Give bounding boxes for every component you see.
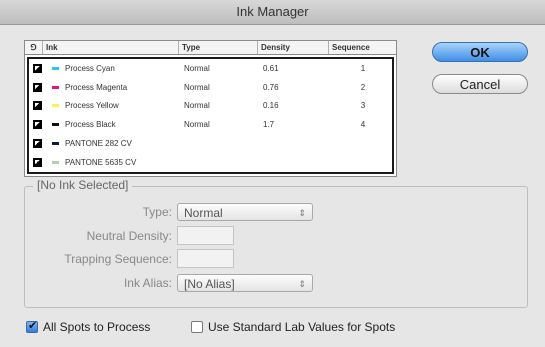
ink-alias-select-arrows-icon: ⇕: [298, 279, 306, 289]
ink-column-header[interactable]: Ink: [43, 41, 179, 54]
process-spot-icon: [32, 120, 42, 130]
cancel-button[interactable]: Cancel: [432, 74, 528, 94]
ink-color-swatch: [52, 142, 59, 146]
lab-values-label: Use Standard Lab Values for Spots: [208, 320, 396, 334]
ink-name-cell: PANTONE 282 CV: [45, 139, 181, 148]
process-spot-icon: [32, 101, 42, 111]
ink-density-cell: 1.7: [263, 120, 275, 130]
ink-alias-select-value: [No Alias]: [184, 277, 235, 291]
ink-list-table: ⅁ Ink Type Density Sequence Process Cyan…: [24, 40, 397, 177]
ink-name: Process Cyan: [65, 63, 115, 73]
ink-type-cell: Normal: [184, 101, 210, 111]
lab-values-option[interactable]: Use Standard Lab Values for Spots: [191, 320, 395, 334]
ink-name-cell: Process Cyan: [45, 64, 181, 73]
ink-manager-dialog: ⅁ Ink Type Density Sequence Process Cyan…: [0, 25, 545, 347]
process-spot-icon: [32, 82, 42, 92]
ink-row[interactable]: PANTONE 282 CV: [29, 134, 392, 153]
process-spot-icon: [32, 139, 42, 149]
ink-sequence-cell: 4: [360, 120, 366, 130]
ok-button[interactable]: OK: [432, 42, 528, 62]
trapping-sequence-field[interactable]: [177, 249, 234, 268]
type-select-value: Normal: [184, 206, 223, 220]
ink-name-cell: Process Yellow: [45, 101, 181, 110]
alias-column-icon[interactable]: ⅁: [25, 41, 43, 54]
trapping-sequence-label: Trapping Sequence:: [64, 252, 172, 266]
all-spots-label: All Spots to Process: [43, 320, 151, 334]
ink-alias-select[interactable]: [No Alias] ⇕: [177, 274, 313, 292]
window-title: Ink Manager: [236, 4, 309, 19]
ink-sequence-cell: 2: [360, 82, 366, 92]
ink-sequence-cell: 3: [360, 101, 366, 111]
ink-name-cell: PANTONE 5635 CV: [45, 158, 181, 167]
ink-type-cell: Normal: [184, 82, 210, 92]
ink-type-cell: Normal: [184, 63, 210, 73]
ink-name: PANTONE 282 CV: [65, 139, 132, 149]
ink-details-group-title: [No Ink Selected]: [33, 178, 133, 192]
ink-alias-toggle[interactable]: [29, 82, 45, 92]
type-column-header[interactable]: Type: [179, 41, 258, 54]
ink-row[interactable]: PANTONE 5635 CV: [29, 153, 392, 172]
lab-values-checkbox[interactable]: [191, 321, 203, 333]
ink-color-swatch: [52, 123, 59, 127]
ink-name-cell: Process Black: [45, 120, 181, 129]
ink-row[interactable]: Process Yellow Normal 0.16 3: [29, 97, 392, 116]
ink-alias-toggle[interactable]: [29, 120, 45, 130]
ink-color-swatch: [52, 160, 59, 164]
density-column-header[interactable]: Density: [258, 41, 329, 54]
process-spot-icon: [32, 157, 42, 167]
ink-name: Process Yellow: [65, 101, 119, 111]
all-spots-option[interactable]: All Spots to Process: [26, 319, 151, 334]
ink-alias-label: Ink Alias:: [123, 276, 172, 290]
ink-alias-toggle[interactable]: [29, 101, 45, 111]
neutral-density-label: Neutral Density:: [86, 229, 172, 243]
type-select-arrows-icon: ⇕: [298, 208, 306, 218]
type-select[interactable]: Normal ⇕: [177, 203, 313, 221]
ink-color-swatch: [52, 66, 59, 70]
ink-name-cell: Process Magenta: [45, 83, 181, 92]
ink-row[interactable]: Process Cyan Normal 0.61 1: [29, 59, 392, 78]
window-titlebar: Ink Manager: [0, 0, 545, 25]
ink-density-cell: 0.16: [263, 101, 279, 111]
neutral-density-field[interactable]: [177, 226, 234, 245]
ink-row[interactable]: Process Magenta Normal 0.76 2: [29, 78, 392, 97]
ink-density-cell: 0.61: [263, 63, 279, 73]
ink-table-header: ⅁ Ink Type Density Sequence: [25, 41, 396, 55]
ink-name: Process Black: [65, 120, 116, 130]
ink-sequence-cell: 1: [360, 63, 366, 73]
ink-row[interactable]: Process Black Normal 1.7 4: [29, 115, 392, 134]
ink-alias-toggle[interactable]: [29, 139, 45, 149]
ink-name: Process Magenta: [65, 82, 128, 92]
process-spot-icon: [32, 63, 42, 73]
ink-type-cell: Normal: [184, 120, 210, 130]
ink-alias-toggle[interactable]: [29, 157, 45, 167]
all-spots-checkbox[interactable]: [26, 319, 38, 333]
ink-alias-toggle[interactable]: [29, 63, 45, 73]
sequence-column-header[interactable]: Sequence: [329, 41, 396, 54]
ink-name: PANTONE 5635 CV: [65, 157, 137, 167]
type-label: Type:: [142, 205, 172, 219]
ink-color-swatch: [52, 104, 59, 108]
ink-color-swatch: [52, 85, 59, 89]
ink-rows-selection: Process Cyan Normal 0.61 1 Process Magenta No…: [27, 57, 394, 174]
ink-density-cell: 0.76: [263, 82, 279, 92]
